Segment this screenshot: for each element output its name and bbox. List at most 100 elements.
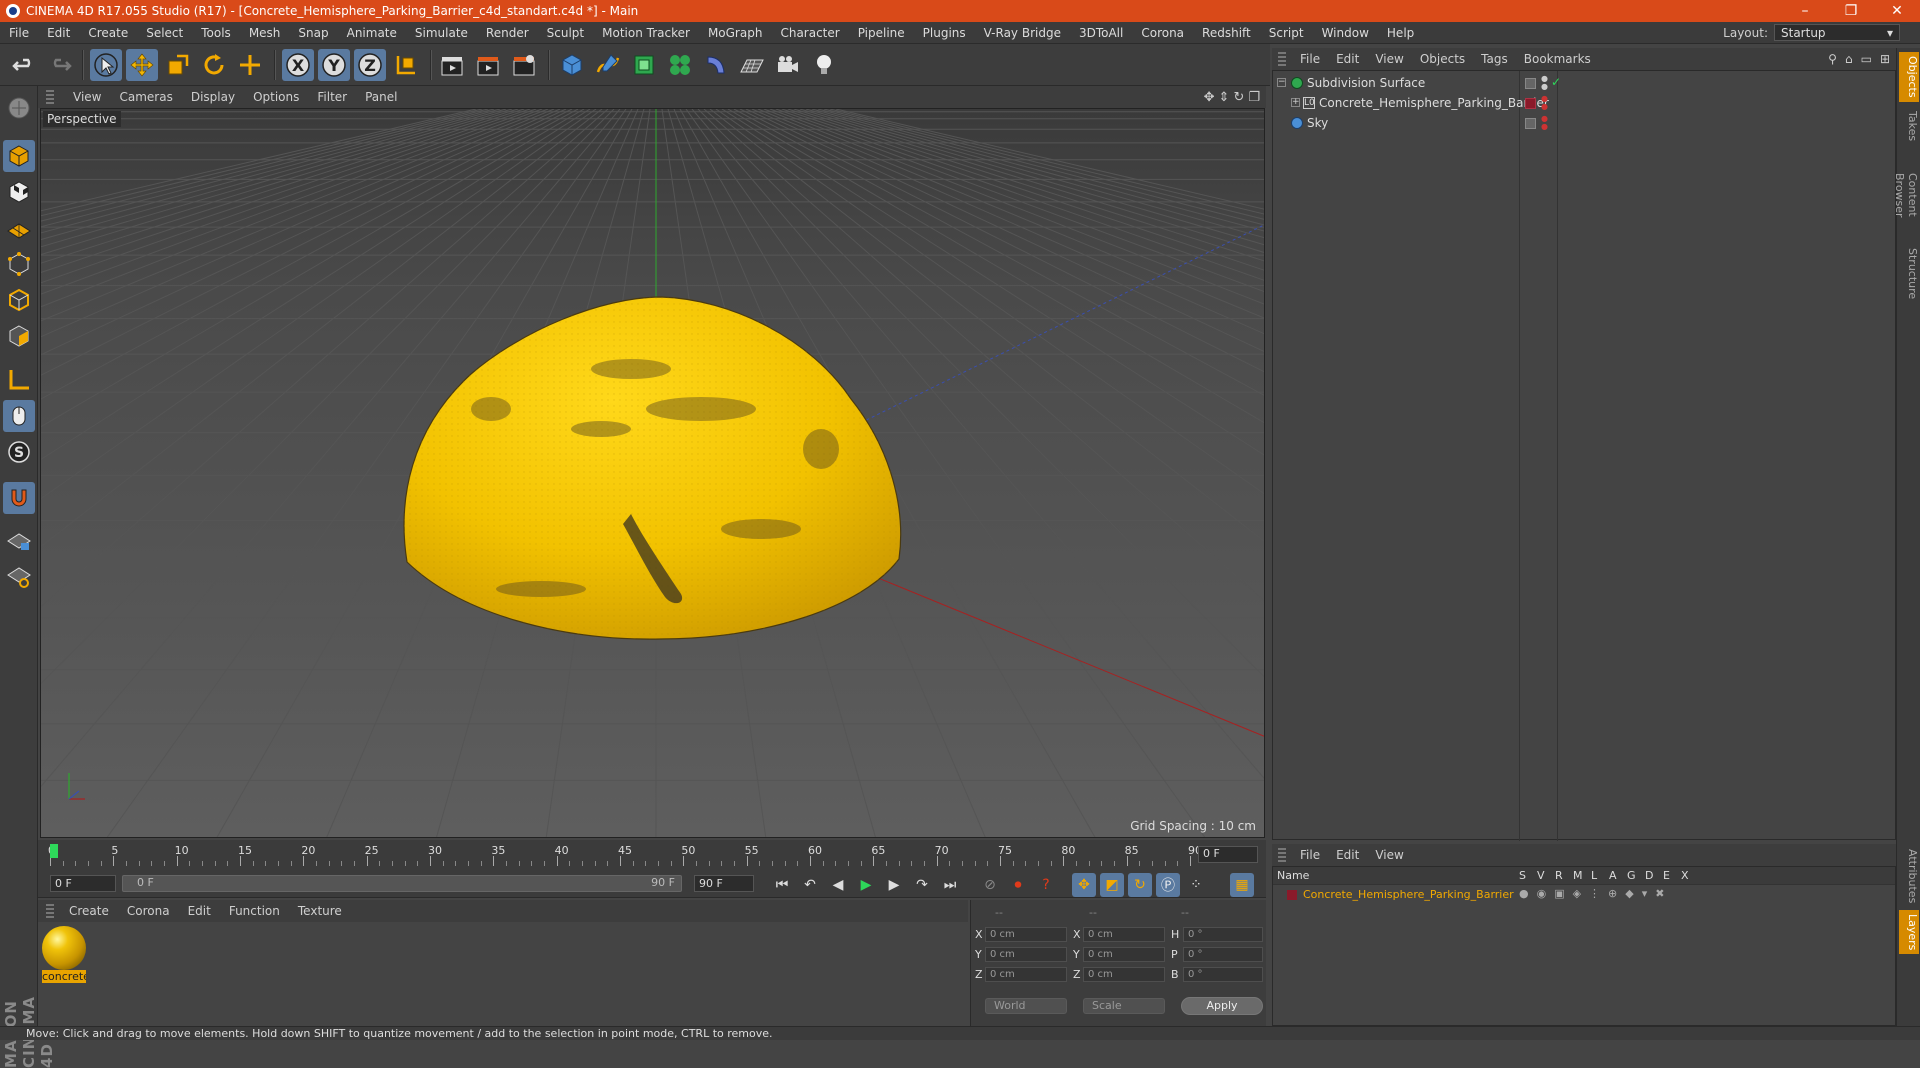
rotation-p-field[interactable]: 0 °: [1183, 947, 1263, 962]
layer-tag-icon[interactable]: [1525, 118, 1536, 129]
layer-col-name[interactable]: Name: [1277, 869, 1309, 882]
search-icon[interactable]: ⚲: [1828, 52, 1837, 66]
layer-color-icon[interactable]: [1525, 98, 1536, 109]
make-editable-button[interactable]: [3, 92, 35, 124]
menu-redshift[interactable]: Redshift: [1193, 26, 1260, 40]
close-button[interactable]: ✕: [1874, 3, 1920, 19]
collapse-toggle-icon[interactable]: −: [1277, 78, 1286, 87]
tweak-mode-button[interactable]: [3, 400, 35, 432]
visibility-dots-icon[interactable]: ● ●: [1541, 95, 1548, 111]
size-mode-dropdown[interactable]: Scale: [1083, 998, 1165, 1014]
polygons-mode-button[interactable]: [3, 320, 35, 352]
menu-mograph[interactable]: MoGraph: [699, 26, 772, 40]
workplane-mode-button[interactable]: [3, 212, 35, 244]
menu-file[interactable]: File: [0, 26, 38, 40]
menu-tools[interactable]: Tools: [192, 26, 240, 40]
tab-layers[interactable]: Layers: [1899, 910, 1919, 954]
layer-col-deformers[interactable]: D: [1645, 869, 1653, 882]
previous-frame-button[interactable]: ◀: [826, 873, 850, 897]
visibility-dots-icon[interactable]: ● ●: [1541, 115, 1548, 131]
undo-button[interactable]: [8, 49, 40, 81]
viewport-menu-display[interactable]: Display: [182, 90, 244, 104]
menu-character[interactable]: Character: [771, 26, 848, 40]
dolly-view-icon[interactable]: ⇕: [1219, 90, 1230, 105]
go-to-end-button[interactable]: ⏭: [938, 873, 962, 897]
objects-menu-objects[interactable]: Objects: [1412, 52, 1473, 66]
scale-tool-button[interactable]: [162, 49, 194, 81]
viewport-camera-label[interactable]: Perspective: [43, 111, 121, 127]
menu-create[interactable]: Create: [79, 26, 137, 40]
orbit-view-icon[interactable]: ↻: [1233, 90, 1244, 105]
layer-flags-icons[interactable]: ●◉▣◈⋮⊕◆▾✖: [1519, 887, 1672, 900]
tab-attributes[interactable]: Attributes: [1899, 844, 1919, 908]
start-frame-field[interactable]: 0 F: [50, 875, 116, 892]
enable-snap-button[interactable]: [3, 482, 35, 514]
y-axis-lock-button[interactable]: Y: [318, 49, 350, 81]
apply-button[interactable]: Apply: [1181, 997, 1263, 1015]
menu-sculpt[interactable]: Sculpt: [538, 26, 593, 40]
end-frame-field[interactable]: 90 F: [694, 875, 754, 892]
menu-vray-bridge[interactable]: V-Ray Bridge: [975, 26, 1070, 40]
coordinate-system-button[interactable]: [390, 49, 422, 81]
layer-col-xref[interactable]: X: [1681, 869, 1689, 882]
add-deformer-button[interactable]: [700, 49, 732, 81]
position-z-field[interactable]: 0 cm: [985, 967, 1067, 982]
next-frame-button[interactable]: ▶: [882, 873, 906, 897]
live-selection-button[interactable]: [90, 49, 122, 81]
layers-menu-view[interactable]: View: [1367, 848, 1411, 862]
material-menu-corona[interactable]: Corona: [118, 904, 179, 918]
key-scale-button[interactable]: ◩: [1100, 873, 1124, 897]
layer-col-render[interactable]: R: [1555, 869, 1563, 882]
menu-mesh[interactable]: Mesh: [240, 26, 290, 40]
current-frame-field[interactable]: 0 F: [1198, 846, 1258, 863]
timeline-ruler[interactable]: 051015202530354045505560657075808590 0 F: [38, 840, 1266, 870]
next-key-button[interactable]: ↷: [910, 873, 934, 897]
material-menu-function[interactable]: Function: [220, 904, 289, 918]
layout-select[interactable]: Startup ▾: [1774, 24, 1900, 41]
tab-takes[interactable]: Takes: [1899, 106, 1919, 146]
viewport-menu-view[interactable]: View: [64, 90, 110, 104]
z-axis-lock-button[interactable]: Z: [354, 49, 386, 81]
key-pla-button[interactable]: ⁘: [1184, 873, 1208, 897]
objects-menu-tags[interactable]: Tags: [1473, 52, 1516, 66]
add-floor-button[interactable]: [736, 49, 768, 81]
playhead-marker[interactable]: [50, 844, 58, 858]
add-subdivision-button[interactable]: [628, 49, 660, 81]
object-row-concrete-hemisphere[interactable]: + L0 Concrete_Hemisphere_Parking_Barrier…: [1273, 95, 1895, 113]
timeline-window-button[interactable]: ▦: [1230, 873, 1254, 897]
menu-edit[interactable]: Edit: [38, 26, 79, 40]
go-to-start-button[interactable]: ⏮: [770, 873, 794, 897]
key-parameter-button[interactable]: Ⓟ: [1156, 873, 1180, 897]
new-window-icon[interactable]: ▭: [1861, 52, 1872, 66]
viewport-menu-panel[interactable]: Panel: [356, 90, 406, 104]
menu-select[interactable]: Select: [137, 26, 192, 40]
planar-workplane-button[interactable]: [3, 560, 35, 592]
edges-mode-button[interactable]: [3, 284, 35, 316]
minimize-button[interactable]: –: [1782, 3, 1828, 19]
previous-key-button[interactable]: ↶: [798, 873, 822, 897]
snap-settings-button[interactable]: S: [3, 436, 35, 468]
key-rotation-button[interactable]: ↻: [1128, 873, 1152, 897]
tab-objects[interactable]: Objects: [1899, 52, 1919, 102]
size-x-field[interactable]: 0 cm: [1083, 927, 1165, 942]
maximize-button[interactable]: ❐: [1828, 3, 1874, 19]
layer-col-solo[interactable]: S: [1519, 869, 1526, 882]
layer-col-view[interactable]: V: [1537, 869, 1545, 882]
rotation-b-field[interactable]: 0 °: [1183, 967, 1263, 982]
add-cube-button[interactable]: [556, 49, 588, 81]
points-mode-button[interactable]: [3, 248, 35, 280]
tab-content-browser[interactable]: Content Browser: [1893, 148, 1919, 242]
menu-pipeline[interactable]: Pipeline: [849, 26, 914, 40]
object-row-sky[interactable]: Sky ● ●: [1273, 115, 1895, 133]
viewport-menu-cameras[interactable]: Cameras: [110, 90, 181, 104]
menu-snap[interactable]: Snap: [289, 26, 337, 40]
locked-workplane-button[interactable]: [3, 524, 35, 556]
redo-button[interactable]: [44, 49, 76, 81]
rotate-tool-button[interactable]: [198, 49, 230, 81]
object-row-subdivision-surface[interactable]: − Subdivision Surface ● ● ✓: [1273, 75, 1895, 93]
expand-toggle-icon[interactable]: +: [1291, 98, 1300, 107]
add-mograph-button[interactable]: [664, 49, 696, 81]
model-mode-button[interactable]: [3, 140, 35, 172]
tab-structure[interactable]: Structure: [1899, 244, 1919, 300]
material-menu-edit[interactable]: Edit: [179, 904, 220, 918]
